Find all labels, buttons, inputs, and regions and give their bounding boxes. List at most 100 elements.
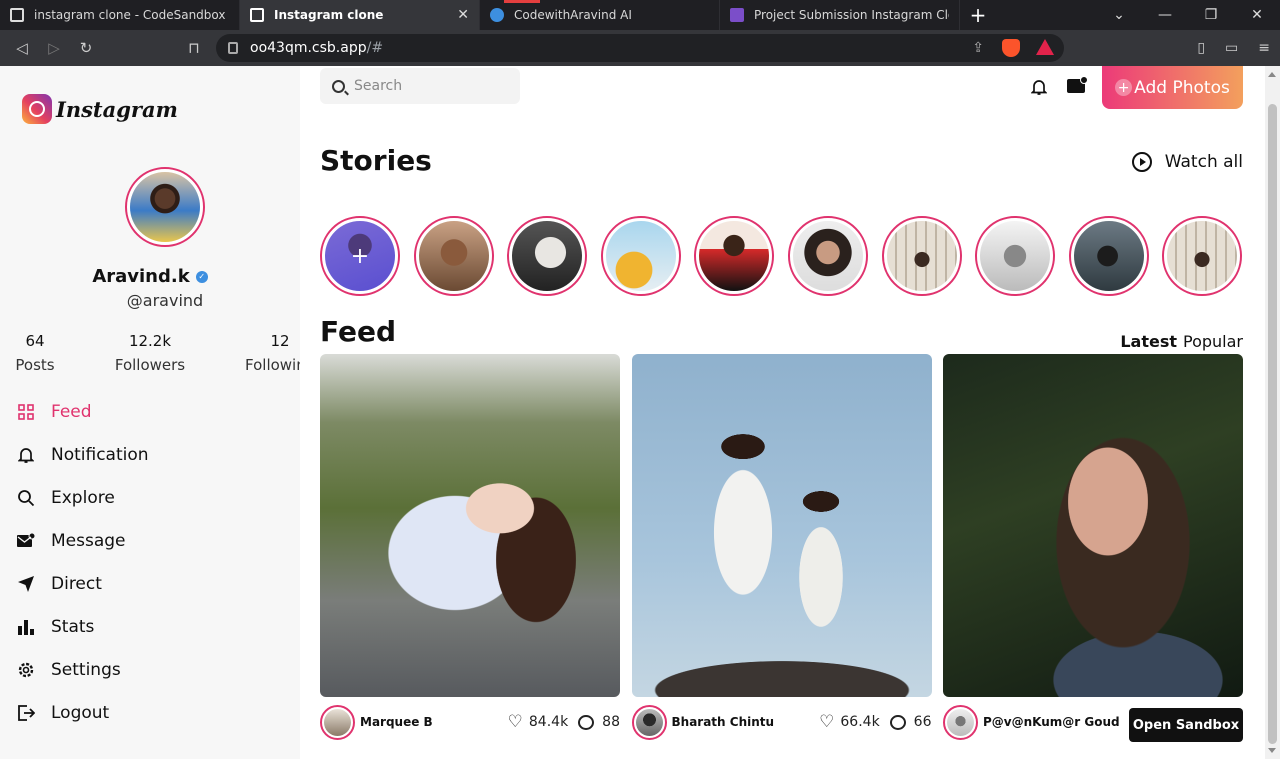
stat-label: Following [245,356,300,374]
heart-icon[interactable]: ♡ [819,712,834,732]
story-avatar-own[interactable]: + [320,216,400,296]
play-icon [1131,152,1152,172]
post-author[interactable]: Marquee B [360,715,508,729]
post-meta: Marquee B ♡ 84.4k 88 [320,700,620,744]
instagram-logo[interactable]: Instagram [22,94,178,124]
forward-icon[interactable]: ▷ [38,39,70,57]
verified-icon: ✓ [195,271,208,283]
sidebar-item-message[interactable]: Message [16,519,149,562]
brave-rewards-icon[interactable] [1036,39,1054,55]
profile-name: Aravind.k ✓ [0,266,300,287]
add-photos-button[interactable]: + Add Photos [1102,66,1243,109]
page-scrollbar[interactable] [1265,66,1280,759]
bookmark-icon[interactable]: ⊓ [178,39,210,57]
story-avatar[interactable] [1162,216,1243,296]
close-icon[interactable]: ✕ [1234,7,1280,23]
browser-tab[interactable]: CodewithAravind AI [480,0,720,30]
stories-row: + [320,216,1243,296]
restore-icon[interactable]: ❐ [1188,7,1234,23]
browser-tab-bar: instagram clone - CodeSandbox Instagram … [0,0,1280,30]
close-icon[interactable]: ✕ [457,7,469,23]
story-avatar[interactable] [507,216,588,296]
logo-text: Instagram [56,96,178,122]
watch-all-button[interactable]: Watch all [1131,152,1243,172]
sidebar-item-logout[interactable]: Logout [16,691,149,734]
post-photo[interactable] [631,354,932,697]
like-count: 84.4k [528,714,569,730]
story-avatar[interactable] [975,216,1056,296]
brave-shield-icon[interactable] [1002,39,1020,57]
search-placeholder: Search [354,78,403,94]
post-photo[interactable] [320,354,620,697]
mail-icon[interactable] [1067,76,1088,93]
post-author[interactable]: Bharath Chintu [672,715,820,729]
post-photo[interactable] [943,354,1243,697]
scroll-down-icon[interactable] [1268,748,1276,753]
address-bar[interactable]: oo43qm.csb.app/# ⇪ [216,34,1064,62]
author-avatar[interactable] [320,704,355,740]
story-avatar[interactable] [413,216,494,296]
form-icon [730,8,744,22]
tab-latest[interactable]: Latest [1120,332,1177,351]
new-tab-button[interactable]: + [960,0,996,30]
sidebar-item-label: Explore [51,487,115,508]
sidebar-icon[interactable]: ▯ [1197,40,1205,56]
stat-following[interactable]: 12 Following [245,332,300,374]
story-avatar[interactable] [787,216,868,296]
story-avatar[interactable] [694,216,775,296]
browser-tab[interactable]: Project Submission Instagram Clone | [720,0,960,30]
scrollbar-thumb[interactable] [1268,104,1277,744]
stat-label: Followers [114,356,186,374]
author-avatar[interactable] [631,704,667,740]
tab-popular[interactable]: Popular [1183,332,1243,351]
bell-icon [16,445,36,465]
sidebar-item-notification[interactable]: Notification [16,433,149,476]
mail-icon [16,531,36,551]
story-avatar[interactable] [881,216,962,296]
media-indicator [504,0,540,3]
add-photos-label: Add Photos [1134,77,1230,98]
menu-icon[interactable]: ≡ [1258,40,1270,56]
search-input[interactable]: Search [320,68,520,104]
stat-value: 12 [270,332,290,350]
browser-tab[interactable]: instagram clone - CodeSandbox [0,0,240,30]
comment-icon[interactable] [889,714,906,730]
wallet-icon[interactable]: ▭ [1225,40,1238,56]
feed-posts: Marquee B ♡ 84.4k 88 Bharath Chintu ♡ 66… [320,354,1243,744]
browser-tab-active[interactable]: Instagram clone ✕ [240,0,480,30]
stat-value: 64 [25,332,45,350]
reload-icon[interactable]: ↻ [70,39,102,57]
tab-title: Project Submission Instagram Clone | [754,8,949,22]
sidebar-item-explore[interactable]: Explore [16,476,149,519]
open-sandbox-button[interactable]: Open Sandbox [1129,708,1243,742]
back-icon[interactable]: ◁ [6,39,38,57]
sidebar: Instagram Aravind.k ✓ @aravind 64 Posts 1… [0,66,300,759]
story-avatar[interactable] [1068,216,1149,296]
sidebar-item-label: Message [51,530,126,551]
comment-icon[interactable] [578,714,595,730]
profile-avatar[interactable] [125,167,205,247]
send-icon [16,574,36,594]
gear-icon [16,660,36,680]
story-avatar[interactable] [600,216,681,296]
heart-icon[interactable]: ♡ [508,712,523,732]
feed-title: Feed [320,315,397,348]
window-controls: ⌄ — ❐ ✕ [1096,0,1280,30]
page: Instagram Aravind.k ✓ @aravind 64 Posts 1… [0,66,1265,759]
share-icon[interactable]: ⇪ [972,40,984,56]
post-stats: ♡ 84.4k 88 [508,712,620,732]
sidebar-item-stats[interactable]: Stats [16,605,149,648]
scroll-up-icon[interactable] [1268,72,1276,77]
minimize-icon[interactable]: — [1142,7,1188,23]
author-avatar[interactable] [943,704,978,740]
sidebar-item-direct[interactable]: Direct [16,562,149,605]
chevron-down-icon[interactable]: ⌄ [1096,7,1142,23]
comment-count: 88 [602,714,620,730]
sidebar-item-label: Settings [51,659,121,680]
sidebar-item-settings[interactable]: Settings [16,648,149,691]
stat-followers[interactable]: 12.2k Followers [110,332,190,374]
bell-icon[interactable] [1030,78,1048,96]
feed-tabs: Latest Popular [1120,332,1243,351]
grid-icon [16,402,36,422]
sidebar-item-feed[interactable]: Feed [16,390,149,433]
